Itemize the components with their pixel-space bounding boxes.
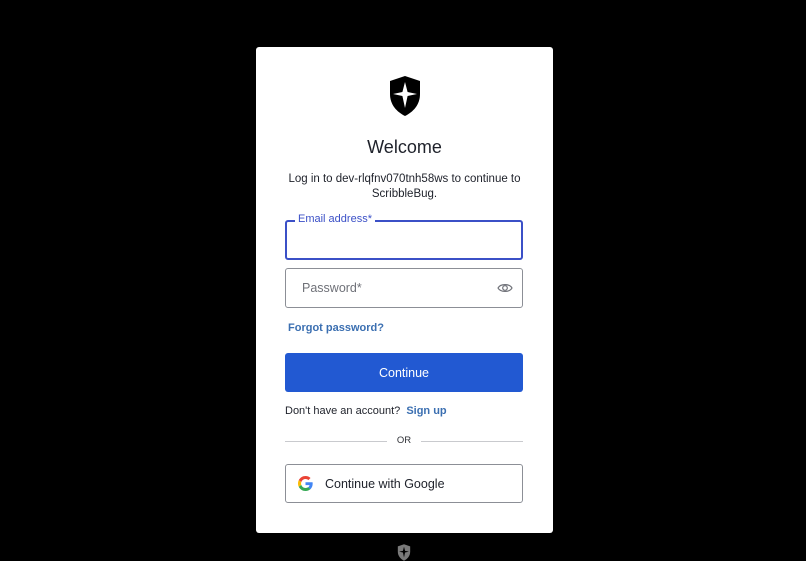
continue-with-google-button[interactable]: Continue with Google: [285, 464, 523, 503]
page-title: Welcome: [367, 137, 442, 157]
sign-up-link[interactable]: Sign up: [406, 405, 446, 417]
forgot-password-link[interactable]: Forgot password?: [288, 322, 384, 334]
login-card: Welcome Log in to dev-rlqfnv070tnh58ws t…: [256, 47, 553, 533]
signup-row: Don't have an account? Sign up: [285, 405, 447, 417]
login-subtitle: Log in to dev-rlqfnv070tnh58ws to contin…: [288, 173, 521, 200]
divider-line-right: [421, 441, 523, 442]
shield-star-icon: [390, 76, 420, 116]
email-field[interactable]: Email address*: [285, 213, 523, 260]
or-divider: OR: [285, 435, 523, 449]
password-field[interactable]: [285, 268, 523, 308]
google-g-icon: [298, 476, 313, 491]
eye-icon[interactable]: [497, 282, 513, 294]
continue-button[interactable]: Continue: [285, 353, 523, 392]
no-account-text: Don't have an account?: [285, 405, 401, 417]
email-input[interactable]: [287, 222, 521, 258]
footer-shield-star-icon: [397, 544, 411, 561]
google-button-label: Continue with Google: [325, 477, 445, 491]
password-input[interactable]: [286, 269, 486, 307]
